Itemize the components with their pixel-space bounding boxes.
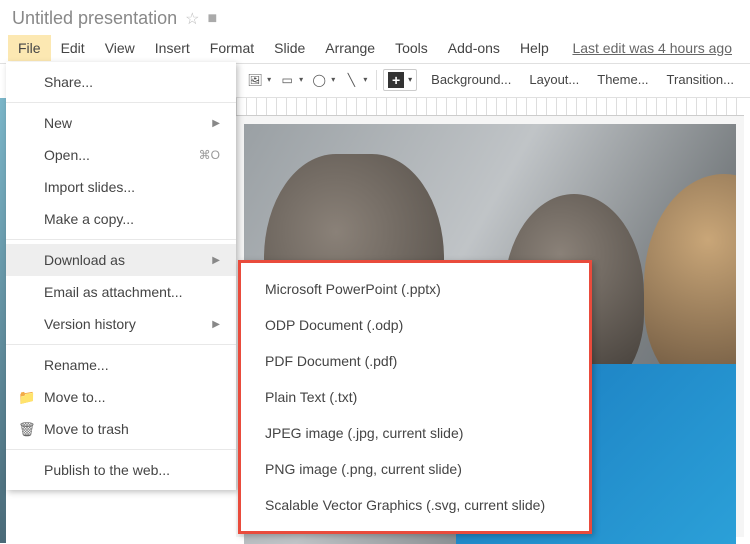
- folder-icon: 📁: [18, 389, 35, 406]
- toolbar: 🖼 ▭ ◯ ╲ +▾ Background... Layout... Theme…: [236, 62, 750, 98]
- menu-item-rename[interactable]: Rename...: [6, 349, 236, 381]
- submenu-item-txt[interactable]: Plain Text (.txt): [241, 379, 589, 415]
- menu-item-import-slides[interactable]: Import slides...: [6, 171, 236, 203]
- menu-separator: [6, 102, 236, 103]
- menu-tools[interactable]: Tools: [385, 35, 438, 61]
- menu-item-make-copy[interactable]: Make a copy...: [6, 203, 236, 235]
- submenu-item-odp[interactable]: ODP Document (.odp): [241, 307, 589, 343]
- shape-icon[interactable]: ◯: [308, 68, 338, 92]
- background-button[interactable]: Background...: [423, 68, 519, 91]
- menu-slide[interactable]: Slide: [264, 35, 315, 61]
- submenu-arrow-icon: ▶: [212, 118, 220, 129]
- text-box-icon[interactable]: ▭: [276, 68, 306, 92]
- menu-item-move-to[interactable]: 📁Move to...: [6, 381, 236, 413]
- submenu-arrow-icon: ▶: [212, 255, 220, 266]
- layout-button[interactable]: Layout...: [521, 68, 587, 91]
- folder-icon[interactable]: ■: [207, 10, 217, 28]
- star-icon[interactable]: ☆: [185, 9, 199, 29]
- theme-button[interactable]: Theme...: [589, 68, 656, 91]
- transition-button[interactable]: Transition...: [659, 68, 742, 91]
- submenu-item-png[interactable]: PNG image (.png, current slide): [241, 451, 589, 487]
- shortcut-label: ⌘O: [199, 148, 220, 162]
- submenu-arrow-icon: ▶: [212, 319, 220, 330]
- menu-format[interactable]: Format: [200, 35, 264, 61]
- submenu-item-svg[interactable]: Scalable Vector Graphics (.svg, current …: [241, 487, 589, 523]
- submenu-item-pptx[interactable]: Microsoft PowerPoint (.pptx): [241, 271, 589, 307]
- menu-arrange[interactable]: Arrange: [315, 35, 385, 61]
- header-bar: Untitled presentation ☆ ■: [0, 0, 750, 33]
- ruler: [236, 98, 744, 116]
- menu-addons[interactable]: Add-ons: [438, 35, 510, 61]
- menu-separator: [6, 239, 236, 240]
- menu-item-share[interactable]: Share...: [6, 66, 236, 98]
- menu-item-email-attachment[interactable]: Email as attachment...: [6, 276, 236, 308]
- line-icon[interactable]: ╲: [340, 68, 370, 92]
- menu-help[interactable]: Help: [510, 35, 559, 61]
- doc-title[interactable]: Untitled presentation: [12, 8, 177, 29]
- menu-separator: [6, 449, 236, 450]
- file-dropdown-menu: Share... New▶ Open...⌘O Import slides...…: [6, 62, 236, 490]
- last-edit-link[interactable]: Last edit was 4 hours ago: [572, 40, 742, 56]
- submenu-item-pdf[interactable]: PDF Document (.pdf): [241, 343, 589, 379]
- menu-item-publish-web[interactable]: Publish to the web...: [6, 454, 236, 486]
- menu-view[interactable]: View: [95, 35, 145, 61]
- download-as-submenu: Microsoft PowerPoint (.pptx) ODP Documen…: [238, 260, 592, 534]
- menu-file[interactable]: File: [8, 35, 51, 61]
- separator: [376, 70, 377, 90]
- menu-item-open[interactable]: Open...⌘O: [6, 139, 236, 171]
- menu-insert[interactable]: Insert: [145, 35, 200, 61]
- menu-item-version-history[interactable]: Version history▶: [6, 308, 236, 340]
- menu-item-move-to-trash[interactable]: 🗑Move to trash: [6, 413, 236, 445]
- new-slide-button[interactable]: +▾: [383, 69, 417, 91]
- submenu-item-jpeg[interactable]: JPEG image (.jpg, current slide): [241, 415, 589, 451]
- insert-image-icon[interactable]: 🖼: [244, 68, 274, 92]
- trash-icon: 🗑: [18, 421, 36, 438]
- menu-separator: [6, 344, 236, 345]
- menu-edit[interactable]: Edit: [51, 35, 95, 61]
- menu-item-new[interactable]: New▶: [6, 107, 236, 139]
- menubar: File Edit View Insert Format Slide Arran…: [0, 33, 750, 64]
- menu-item-download-as[interactable]: Download as▶: [6, 244, 236, 276]
